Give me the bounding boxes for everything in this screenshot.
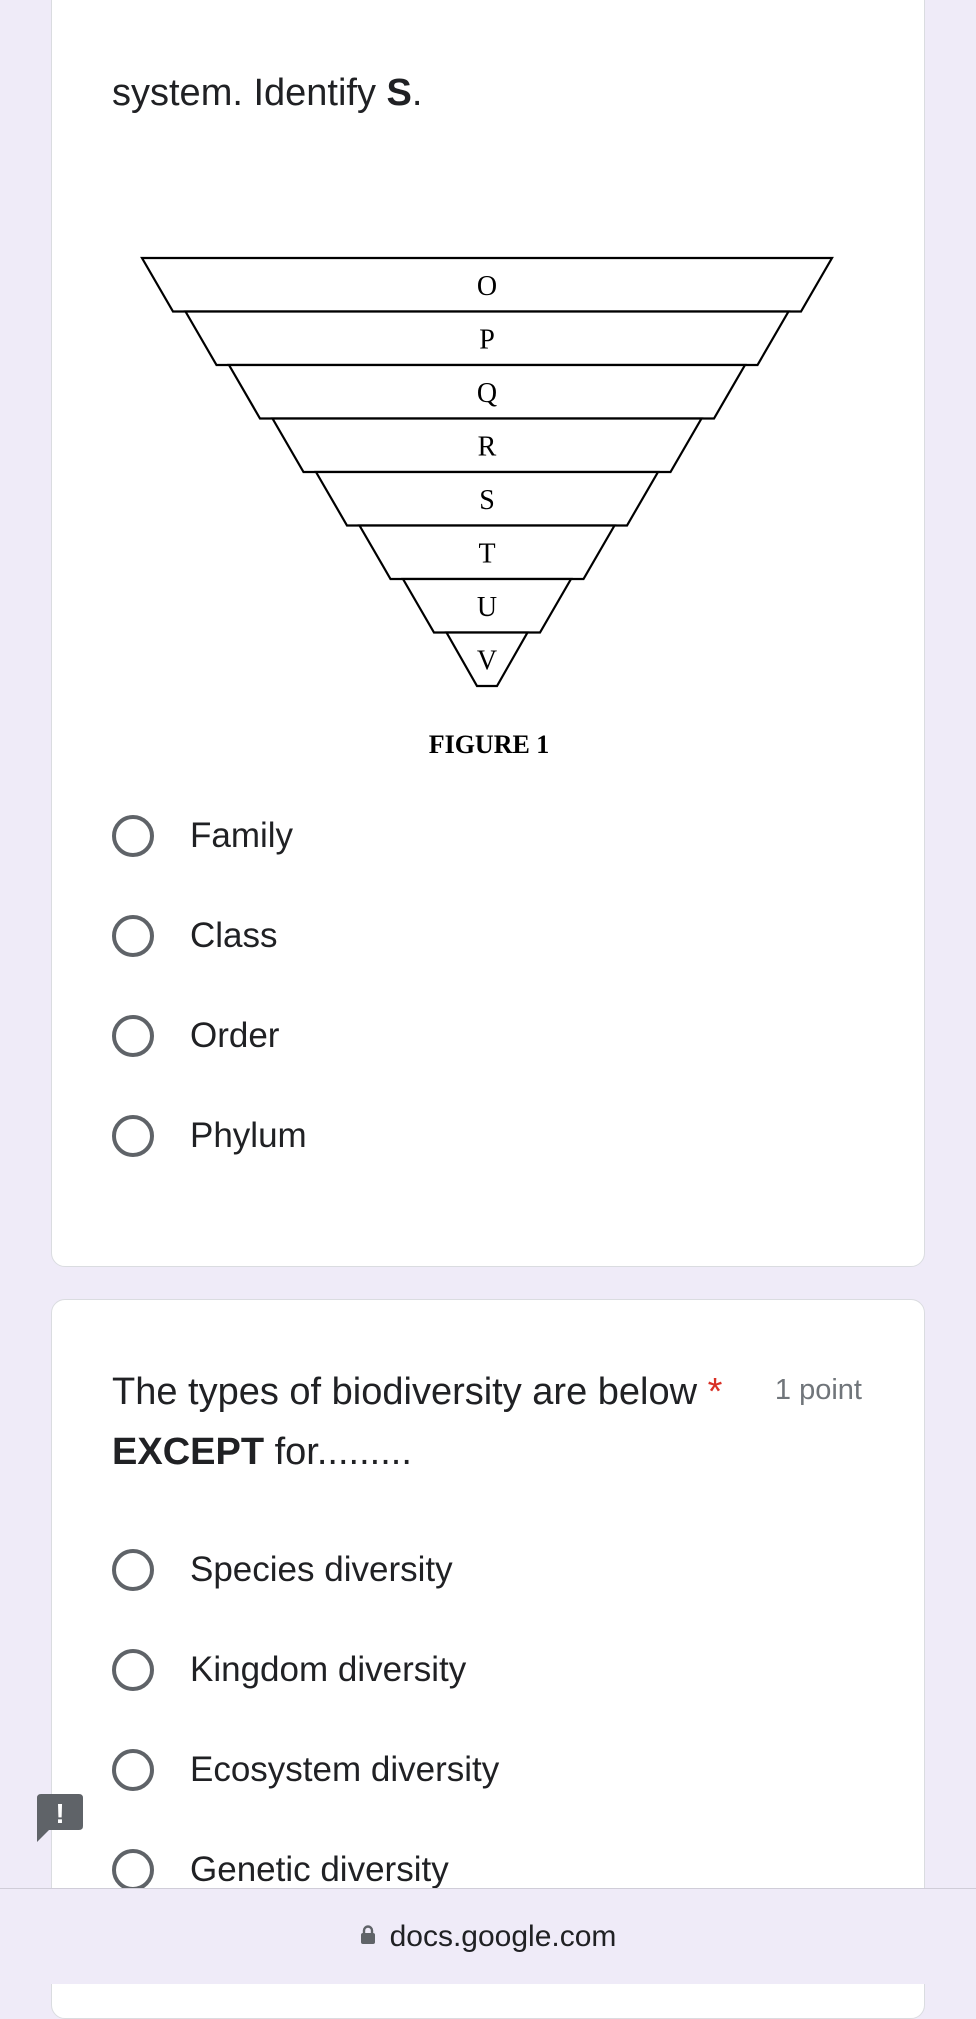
option-label: Phylum	[190, 1116, 307, 1155]
radio-button[interactable]	[112, 815, 154, 857]
browser-address-bar[interactable]: docs.google.com	[0, 1888, 976, 1984]
option-label: Order	[190, 1016, 280, 1055]
pyramid-tier-label: Q	[477, 378, 497, 409]
option-species-diversity[interactable]: Species diversity	[112, 1540, 453, 1600]
radio-button[interactable]	[112, 1015, 154, 1057]
option-family[interactable]: Family	[112, 806, 293, 866]
url-text: docs.google.com	[389, 1919, 617, 1953]
radio-button[interactable]	[112, 1549, 154, 1591]
lock-icon	[360, 1924, 375, 1944]
radio-button[interactable]	[112, 915, 154, 957]
question-1-text: system. Identify S.	[112, 72, 423, 114]
radio-button[interactable]	[112, 1649, 154, 1691]
figure-1: O P Q R S T U V FIGURE 1	[127, 231, 847, 791]
option-order[interactable]: Order	[112, 1006, 279, 1066]
option-phylum[interactable]: Phylum	[112, 1106, 307, 1166]
option-label: Class	[190, 916, 278, 955]
radio-button[interactable]	[112, 1849, 154, 1891]
required-asterisk: *	[707, 1371, 723, 1413]
option-label: Species diversity	[190, 1550, 453, 1589]
taxonomy-pyramid-diagram: OPQRSTUV FIGURE 1	[140, 256, 834, 759]
report-problem-button[interactable]: !	[35, 1792, 85, 1844]
pyramid-tier-label: R	[478, 431, 497, 462]
option-label: Family	[190, 816, 294, 855]
option-label: Genetic diversity	[190, 1850, 449, 1889]
radio-button[interactable]	[112, 1749, 154, 1791]
pyramid-tier-label: T	[478, 538, 495, 569]
option-label: Kingdom diversity	[190, 1650, 467, 1689]
pyramid-tier-label: U	[477, 592, 497, 623]
pyramid-tier-label: S	[479, 485, 495, 516]
option-ecosystem-diversity[interactable]: Ecosystem diversity	[112, 1740, 499, 1800]
radio-button[interactable]	[112, 1115, 154, 1157]
option-label: Ecosystem diversity	[190, 1750, 500, 1789]
figure-caption: FIGURE 1	[429, 730, 550, 759]
points-label: 1 point	[774, 1374, 862, 1406]
question-2-text: The types of biodiversity are below * EXC…	[112, 1371, 723, 1473]
report-icon-symbol: !	[55, 1798, 64, 1829]
pyramid-tier-label: V	[477, 645, 497, 676]
question-card-1: system. Identify S. O P Q R S T U V FIGURE 1 Fam…	[51, 0, 925, 1267]
option-kingdom-diversity[interactable]: Kingdom diversity	[112, 1640, 466, 1700]
pyramid-tier-label: P	[479, 324, 495, 355]
option-class[interactable]: Class	[112, 906, 278, 966]
pyramid-tier-label: O	[477, 271, 497, 302]
report-icon: !	[37, 1794, 83, 1842]
